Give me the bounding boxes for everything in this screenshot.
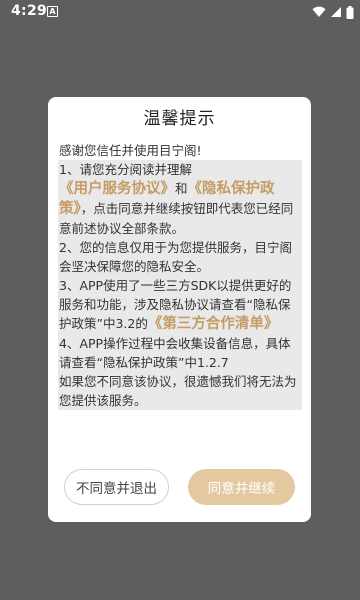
status-icons xyxy=(312,5,354,19)
agreement-paragraph-5: 如果您不同意该协议，很遗憾我们将无法为您提供该服务。 xyxy=(58,372,302,410)
p1-prefix: 1、请您充分阅读并理解 xyxy=(59,162,192,177)
agreement-paragraph-1: 1、请您充分阅读并理解《用户服务协议》和《隐私保护政策》，点击同意并继续按钮即代… xyxy=(58,160,302,238)
signal-icon xyxy=(331,7,341,17)
user-service-agreement-link[interactable]: 《用户服务协议》 xyxy=(59,181,175,197)
greeting-text: 感谢您信任并使用目宁阁! xyxy=(59,143,202,158)
dialog-content: 感谢您信任并使用目宁阁! 1、请您充分阅读并理解《用户服务协议》和《隐私保护政策… xyxy=(58,141,302,416)
notification-icon: A xyxy=(47,6,58,17)
third-party-list-link[interactable]: 《第三方合作清单》 xyxy=(148,316,279,332)
status-bar: 4:29 A xyxy=(0,0,360,24)
dialog-title: 温馨提示 xyxy=(143,109,216,129)
agreement-paragraph-3: 3、APP使用了一些三方SDK以提供更好的服务和功能，涉及隐私协议请查看“隐私保… xyxy=(58,276,302,334)
accept-button[interactable]: 同意并继续 xyxy=(188,469,295,505)
privacy-dialog: 温馨提示 感谢您信任并使用目宁阁! 1、请您充分阅读并理解《用户服务协议》和《隐… xyxy=(48,97,311,522)
battery-icon xyxy=(346,5,354,19)
p1-and: 和 xyxy=(175,181,188,196)
decline-button[interactable]: 不同意并退出 xyxy=(64,469,169,505)
p1-suffix: ，点击同意并继续按钮即代表您已经同意前述协议全部条款。 xyxy=(59,201,294,236)
agreement-paragraph-4: 4、APP操作过程中会收集设备信息，具体请查看“隐私保护政策”中1.2.7 xyxy=(58,334,302,372)
wifi-icon xyxy=(312,6,326,17)
status-time: 4:29 xyxy=(11,3,48,19)
agreement-paragraph-2: 2、您的信息仅用于为您提供服务，目宁阁会坚决保障您的隐私安全。 xyxy=(58,238,302,276)
